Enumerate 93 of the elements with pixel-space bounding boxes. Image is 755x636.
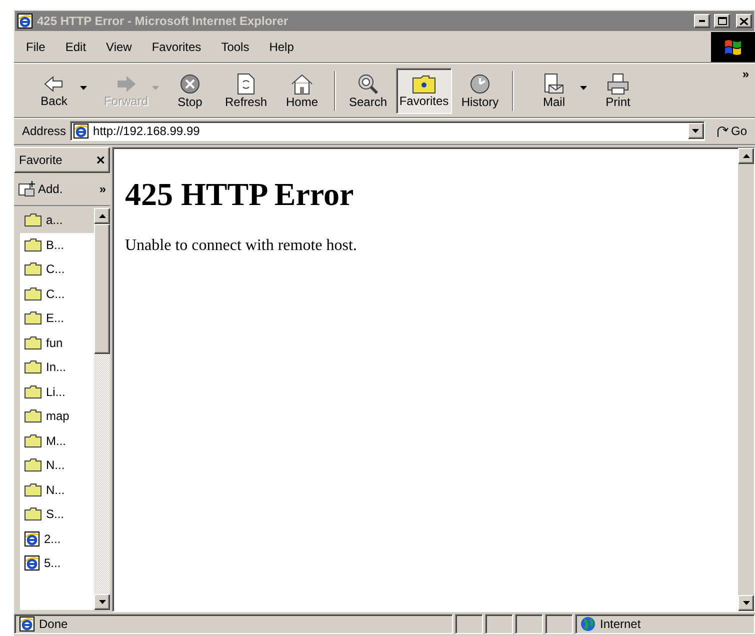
toolbar-button[interactable]: Favorites xyxy=(396,68,452,114)
refresh-icon xyxy=(236,73,256,95)
folder-icon xyxy=(24,213,42,228)
menu-item[interactable]: Help xyxy=(263,38,300,56)
address-label: Address xyxy=(22,124,66,138)
stop-icon xyxy=(179,73,201,95)
menu-item[interactable]: View xyxy=(100,38,138,56)
home-icon xyxy=(290,73,314,95)
zone-indicator: Internet xyxy=(575,614,755,634)
favorite-item[interactable]: map xyxy=(20,404,94,428)
page-icon xyxy=(73,123,90,139)
folder-icon xyxy=(24,507,42,522)
more-button[interactable]: » xyxy=(740,65,751,83)
arrow-icon xyxy=(714,124,729,138)
pane-title: Favorite xyxy=(19,153,62,167)
favorite-item[interactable]: E... xyxy=(20,306,94,330)
status-text: Done xyxy=(14,614,453,634)
favorite-item[interactable]: C... xyxy=(20,282,94,306)
caret-icon xyxy=(580,86,587,90)
toolbar-button[interactable]: Refresh xyxy=(218,68,274,114)
favorite-item[interactable]: a... xyxy=(20,208,94,232)
folder-icon xyxy=(24,311,42,326)
browser-icon xyxy=(17,13,33,29)
status-panel xyxy=(545,614,573,634)
scrollbar[interactable] xyxy=(738,148,754,611)
toolbar-button[interactable]: Mail xyxy=(518,68,590,114)
mail-icon xyxy=(543,73,565,95)
folder-icon xyxy=(24,286,42,301)
folder-icon xyxy=(24,482,42,497)
favorite-item[interactable]: Li... xyxy=(20,380,94,404)
windows-logo xyxy=(711,32,755,62)
toolbar-button[interactable]: Print xyxy=(590,68,646,114)
favorite-item[interactable]: In... xyxy=(20,355,94,380)
add-favorite-icon xyxy=(18,181,36,197)
go-button[interactable]: Go xyxy=(708,121,753,141)
folder-icon xyxy=(24,409,42,424)
down-arrow-icon xyxy=(692,129,700,133)
caret-icon xyxy=(152,86,159,90)
caret-icon xyxy=(80,86,87,90)
close-icon xyxy=(740,18,748,24)
down-arrow-icon xyxy=(742,601,750,605)
up-arrow-icon xyxy=(742,154,750,158)
printer-icon xyxy=(606,73,630,95)
down-arrow-icon xyxy=(98,600,106,604)
globe-icon xyxy=(580,616,596,632)
favorite-item[interactable]: S... xyxy=(20,502,94,526)
status-panel xyxy=(515,614,543,634)
folder-icon xyxy=(24,336,42,350)
favorite-item[interactable]: B... xyxy=(20,232,94,257)
up-arrow-icon xyxy=(98,214,106,218)
error-message: Unable to connect with remote host. xyxy=(125,237,358,255)
folder-icon xyxy=(24,434,42,448)
folder-icon xyxy=(24,360,42,374)
folder-icon xyxy=(24,384,42,399)
folder-icon xyxy=(24,262,42,276)
toolbar-button[interactable]: Stop xyxy=(162,68,218,114)
address-field[interactable]: http://192.168.99.99 xyxy=(70,121,705,141)
more-button[interactable]: » xyxy=(99,182,106,196)
minimize-icon xyxy=(699,20,705,22)
toolbar-button[interactable]: Home xyxy=(274,68,330,114)
status-panel xyxy=(455,614,483,634)
menu-item[interactable]: Edit xyxy=(59,38,92,56)
toolbar-button[interactable]: Back xyxy=(18,68,90,114)
menu-item[interactable]: Tools xyxy=(215,38,256,56)
toolbar-button[interactable]: Search xyxy=(340,68,396,114)
folder-icon xyxy=(24,458,42,472)
close-button[interactable]: × xyxy=(96,152,105,168)
maximize-icon xyxy=(718,17,726,25)
favorite-item[interactable]: N... xyxy=(20,478,94,502)
search-icon xyxy=(356,73,380,95)
clock-icon xyxy=(468,73,492,95)
favorite-item[interactable]: 5... xyxy=(20,551,94,576)
status-panel xyxy=(485,614,513,634)
menu-item[interactable]: File xyxy=(20,38,52,56)
page-icon xyxy=(24,530,40,547)
add-button[interactable]: Add. xyxy=(18,181,63,197)
maximize-button[interactable] xyxy=(714,14,730,28)
window-title: 425 HTTP Error - Microsoft Internet Explorer xyxy=(37,14,290,28)
page-icon xyxy=(19,616,35,632)
favorite-item[interactable]: N... xyxy=(20,453,94,478)
favorite-item[interactable]: 2... xyxy=(20,526,94,551)
close-button[interactable] xyxy=(736,14,752,28)
favorite-item[interactable]: M... xyxy=(20,428,94,453)
page-heading: 425 HTTP Error xyxy=(125,176,355,213)
scrollbar[interactable] xyxy=(94,208,110,610)
page-icon xyxy=(24,555,40,572)
dropdown-button[interactable] xyxy=(688,123,704,139)
minimize-button[interactable] xyxy=(694,14,710,28)
toolbar-button[interactable]: History xyxy=(452,68,508,114)
favorite-item[interactable]: C... xyxy=(20,257,94,282)
favorite-item[interactable]: fun xyxy=(20,330,94,355)
menu-item[interactable]: Favorites xyxy=(146,38,208,56)
folder-icon xyxy=(24,238,42,252)
